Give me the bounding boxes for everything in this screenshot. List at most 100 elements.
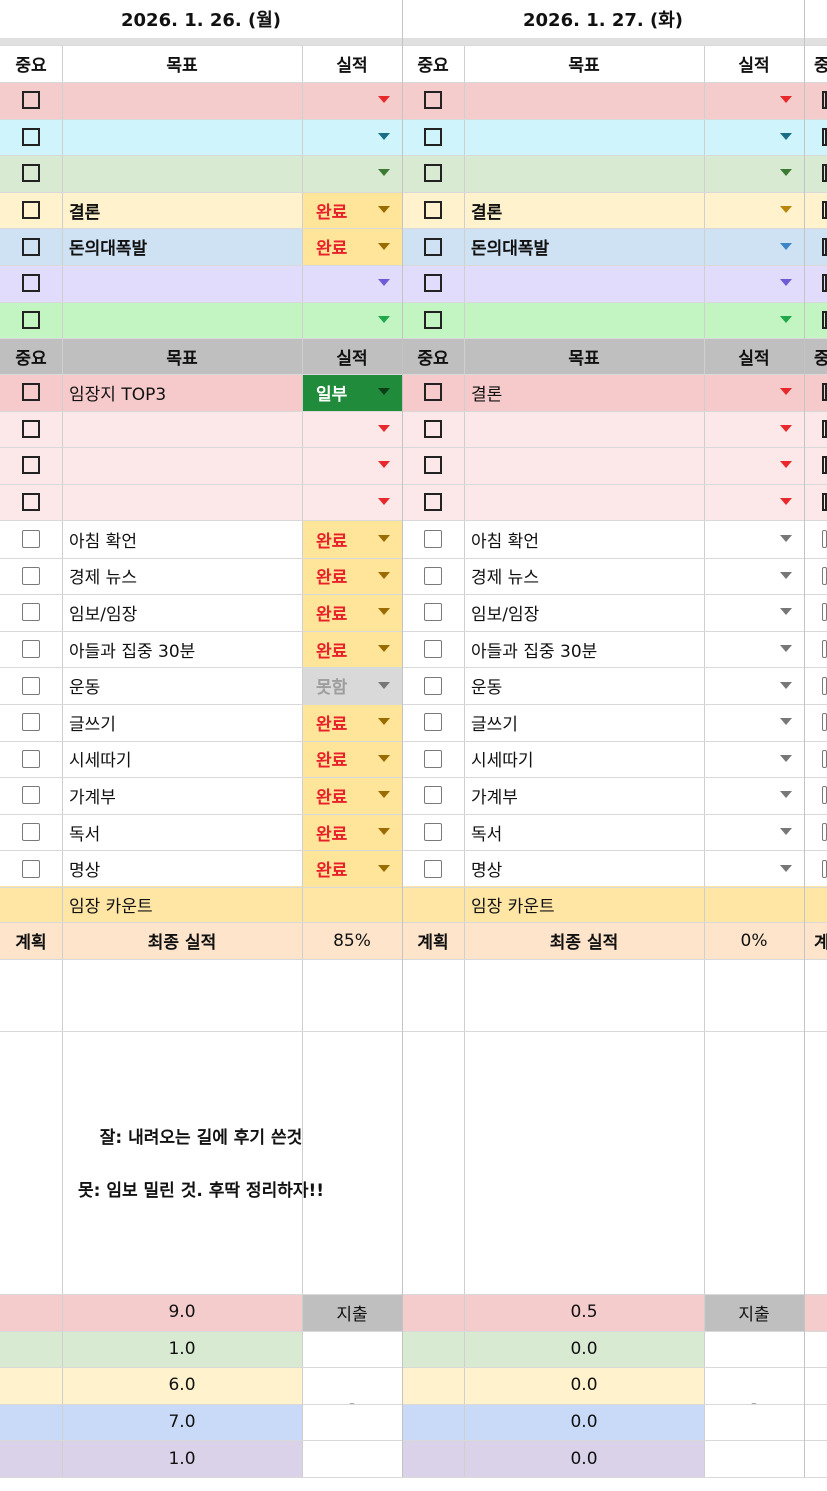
result-dropdown[interactable]: 완료 — [302, 630, 402, 668]
goal-cell[interactable]: 임장지 TOP3 — [62, 374, 302, 411]
goal-cell[interactable] — [464, 410, 704, 448]
checkbox-cell[interactable] — [0, 410, 62, 448]
habit-cell[interactable]: 아들과 집중 30분 — [62, 630, 302, 668]
checkbox-icon[interactable] — [424, 237, 442, 256]
dropdown-arrow-icon[interactable] — [780, 754, 792, 762]
checkbox-icon[interactable] — [22, 566, 40, 585]
result-dropdown[interactable] — [302, 118, 402, 156]
checkbox-cell[interactable] — [402, 374, 464, 411]
habit-cell[interactable]: 글쓰기 — [464, 704, 704, 741]
goal-cell[interactable] — [464, 301, 704, 339]
goal-cell[interactable] — [62, 155, 302, 192]
goal-cell[interactable] — [62, 301, 302, 339]
checkbox-cell[interactable] — [402, 155, 464, 192]
result-dropdown[interactable] — [704, 850, 804, 887]
result-dropdown[interactable] — [302, 483, 402, 521]
checkbox-cell[interactable] — [804, 447, 827, 484]
checkbox-icon[interactable] — [22, 749, 40, 768]
checkbox-cell[interactable] — [804, 813, 827, 851]
checkbox-cell[interactable] — [804, 557, 827, 595]
result-dropdown[interactable]: 완료 — [302, 228, 402, 265]
dropdown-arrow-icon[interactable] — [780, 242, 792, 250]
checkbox-cell[interactable] — [804, 118, 827, 156]
result-dropdown[interactable]: 완료 — [302, 557, 402, 595]
dropdown-arrow-icon[interactable] — [780, 828, 792, 836]
checkbox-cell[interactable] — [0, 228, 62, 265]
checkbox-icon[interactable] — [22, 493, 40, 512]
result-dropdown[interactable]: 완료 — [302, 813, 402, 851]
checkbox-icon[interactable] — [22, 640, 40, 659]
dropdown-arrow-icon[interactable] — [780, 718, 792, 726]
goal-cell[interactable] — [62, 118, 302, 156]
checkbox-cell[interactable] — [804, 777, 827, 814]
checkbox-icon[interactable] — [822, 713, 827, 732]
memo-blank[interactable] — [402, 959, 804, 1031]
result-dropdown[interactable] — [302, 265, 402, 302]
goal-cell[interactable] — [62, 447, 302, 484]
checkbox-cell[interactable] — [402, 410, 464, 448]
checkbox-icon[interactable] — [22, 201, 40, 220]
checkbox-cell[interactable] — [804, 265, 827, 302]
checkbox-cell[interactable] — [402, 813, 464, 851]
checkbox-cell[interactable] — [804, 374, 827, 411]
habit-cell[interactable]: 경제 뉴스 — [464, 557, 704, 595]
checkbox-icon[interactable] — [822, 419, 827, 438]
checkbox-cell[interactable] — [0, 521, 62, 558]
dropdown-arrow-icon[interactable] — [780, 498, 792, 506]
result-dropdown[interactable]: 완료 — [302, 850, 402, 887]
checkbox-cell[interactable] — [402, 704, 464, 741]
dropdown-arrow-icon[interactable] — [780, 571, 792, 579]
result-dropdown[interactable] — [704, 82, 804, 119]
checkbox-icon[interactable] — [822, 823, 827, 842]
checkbox-cell[interactable] — [402, 447, 464, 484]
result-dropdown[interactable] — [704, 410, 804, 448]
checkbox-icon[interactable] — [822, 530, 827, 549]
checkbox-cell[interactable] — [804, 82, 827, 119]
checkbox-icon[interactable] — [424, 859, 442, 878]
dropdown-arrow-icon[interactable] — [780, 388, 792, 396]
checkbox-icon[interactable] — [22, 530, 40, 549]
dropdown-arrow-icon[interactable] — [780, 206, 792, 214]
checkbox-cell[interactable] — [0, 483, 62, 521]
dropdown-arrow-icon[interactable] — [378, 535, 390, 543]
checkbox-icon[interactable] — [822, 127, 827, 146]
dropdown-arrow-icon[interactable] — [378, 791, 390, 799]
checkbox-icon[interactable] — [424, 164, 442, 183]
checkbox-icon[interactable] — [424, 91, 442, 110]
checkbox-cell[interactable] — [0, 704, 62, 741]
habit-cell[interactable]: 아들과 집중 30분 — [464, 630, 704, 668]
dropdown-arrow-icon[interactable] — [780, 132, 792, 140]
checkbox-icon[interactable] — [22, 419, 40, 438]
checkbox-cell[interactable] — [804, 155, 827, 192]
checkbox-cell[interactable] — [0, 557, 62, 595]
checkbox-cell[interactable] — [402, 594, 464, 631]
habit-cell[interactable]: 운동 — [62, 667, 302, 704]
goal-cell[interactable] — [62, 410, 302, 448]
dropdown-arrow-icon[interactable] — [378, 206, 390, 214]
dropdown-arrow-icon[interactable] — [378, 132, 390, 140]
dropdown-arrow-icon[interactable] — [378, 279, 390, 287]
goal-cell[interactable] — [62, 483, 302, 521]
result-dropdown[interactable]: 완료 — [302, 594, 402, 631]
result-dropdown[interactable] — [704, 483, 804, 521]
checkbox-icon[interactable] — [424, 419, 442, 438]
dropdown-arrow-icon[interactable] — [378, 718, 390, 726]
dropdown-arrow-icon[interactable] — [378, 864, 390, 872]
result-dropdown[interactable] — [704, 594, 804, 631]
result-dropdown[interactable] — [704, 191, 804, 229]
checkbox-icon[interactable] — [22, 274, 40, 293]
checkbox-cell[interactable] — [402, 483, 464, 521]
result-dropdown[interactable] — [704, 118, 804, 156]
result-dropdown[interactable] — [704, 301, 804, 339]
checkbox-icon[interactable] — [424, 749, 442, 768]
checkbox-icon[interactable] — [424, 274, 442, 293]
goal-cell[interactable] — [464, 265, 704, 302]
result-dropdown[interactable] — [704, 704, 804, 741]
dropdown-arrow-icon[interactable] — [378, 498, 390, 506]
count-value-cell[interactable] — [302, 886, 402, 922]
dropdown-arrow-icon[interactable] — [378, 461, 390, 469]
checkbox-icon[interactable] — [822, 566, 827, 585]
result-dropdown[interactable] — [704, 447, 804, 484]
checkbox-cell[interactable] — [804, 667, 827, 704]
habit-cell[interactable]: 경제 뉴스 — [62, 557, 302, 595]
